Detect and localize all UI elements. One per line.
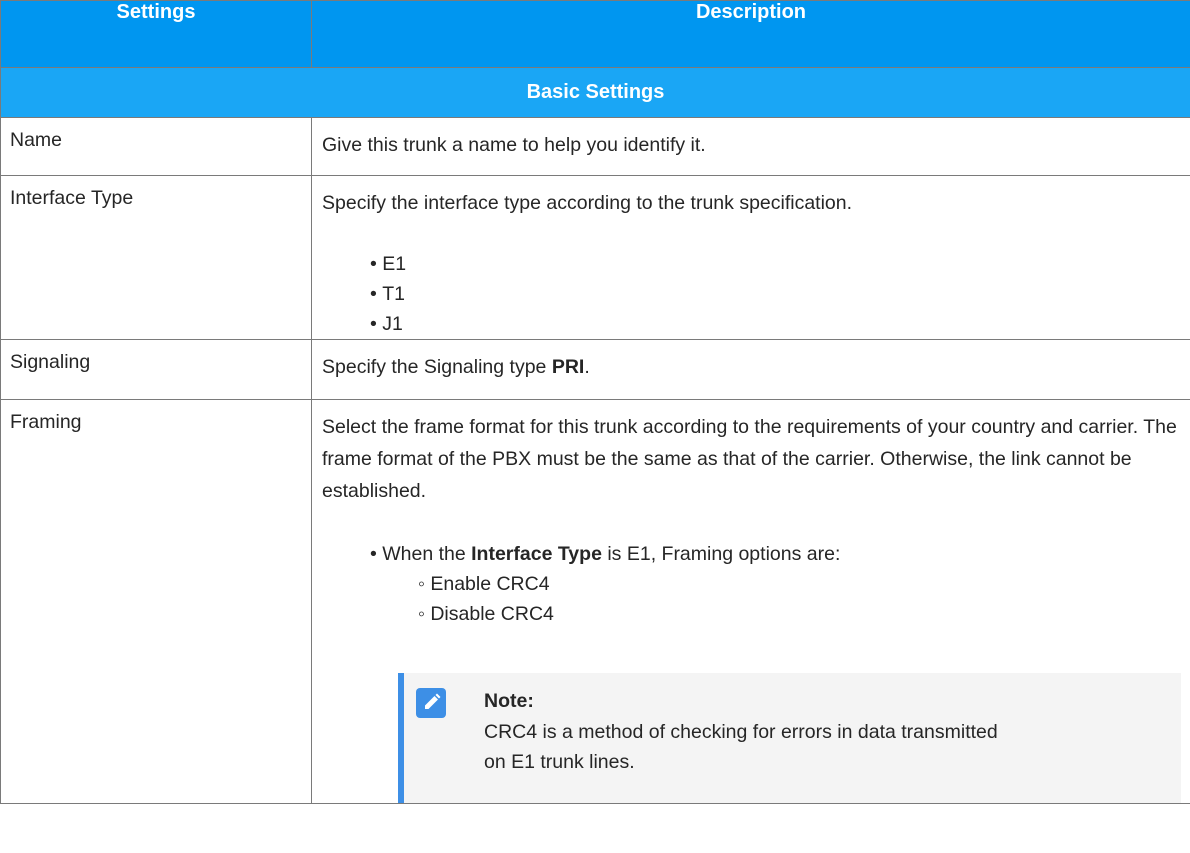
setting-signaling-label: Signaling (0, 339, 312, 400)
section-title: Basic Settings (0, 67, 1190, 118)
setting-framing-label: Framing (0, 399, 312, 804)
list-item: T1 (370, 279, 1181, 309)
list-item: J1 (370, 309, 1181, 339)
description-text: Give this trunk a name to help you ident… (322, 134, 706, 156)
interface-type-ref: Interface Type (471, 543, 602, 565)
list-item: When the Interface Type is E1, Framing o… (370, 539, 1181, 569)
setting-name-description: Give this trunk a name to help you ident… (311, 117, 1190, 176)
setting-interface-type-label: Interface Type (0, 175, 312, 340)
note-text: CRC4 is a method of checking for errors … (484, 721, 998, 773)
description-text: Select the frame format for this trunk a… (322, 416, 1177, 502)
table-row: Framing Select the frame format for this… (0, 399, 1190, 804)
setting-framing-description: Select the frame format for this trunk a… (311, 399, 1190, 804)
header-row: Settings Description (0, 0, 1190, 68)
section-row: Basic Settings (0, 67, 1190, 118)
framing-sub-options: Enable CRC4 Disable CRC4 (370, 569, 1181, 629)
setting-interface-type-description: Specify the interface type according to … (311, 175, 1190, 340)
list-item: Disable CRC4 (418, 599, 1181, 629)
signaling-prefix: Specify the Signaling type (322, 356, 552, 378)
table-row: Interface Type Specify the interface typ… (0, 175, 1190, 340)
header-description: Description (311, 0, 1190, 68)
table-row: Name Give this trunk a name to help you … (0, 117, 1190, 176)
note-box: Note: CRC4 is a method of checking for e… (398, 673, 1181, 803)
when-suffix: is E1, Framing options are: (601, 543, 841, 565)
settings-table: Settings Description Basic Settings Name… (0, 0, 1190, 804)
pencil-note-icon (416, 688, 446, 718)
setting-name-label: Name (0, 117, 312, 176)
table-row: Signaling Specify the Signaling type PRI… (0, 339, 1190, 400)
framing-options: When the Interface Type is E1, Framing o… (322, 539, 1181, 629)
when-prefix: When the (382, 543, 472, 565)
list-item: Enable CRC4 (418, 569, 1181, 599)
signaling-suffix: . (584, 356, 590, 378)
signaling-value: PRI (551, 356, 585, 378)
note-title: Note: (484, 690, 534, 712)
description-text: Specify the Signaling type PRI. (322, 351, 1181, 383)
setting-signaling-description: Specify the Signaling type PRI. (311, 339, 1190, 400)
interface-type-options: E1 T1 J1 (322, 249, 1181, 339)
description-text: Specify the interface type according to … (322, 192, 853, 214)
header-settings: Settings (0, 0, 312, 68)
list-item: E1 (370, 249, 1181, 279)
